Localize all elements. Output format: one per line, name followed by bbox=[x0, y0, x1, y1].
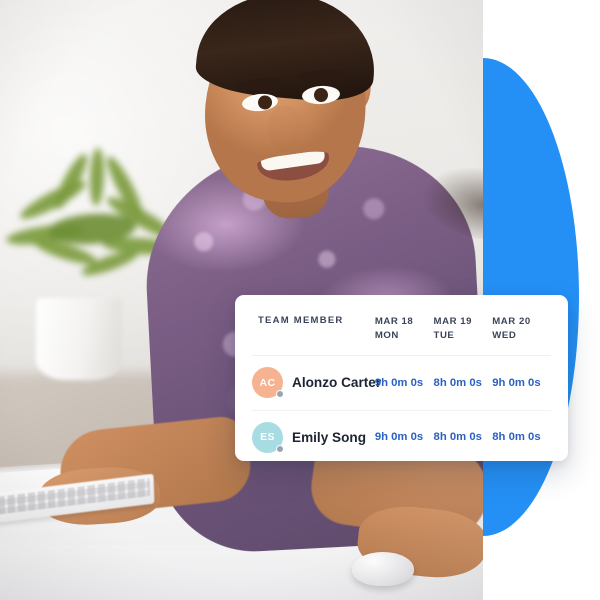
column-header-date: MAR 20 bbox=[492, 316, 531, 327]
header-row: TEAM MEMBER MAR 18 MON MAR 19 TUE MAR 20… bbox=[252, 295, 551, 355]
column-header-weekday: WED bbox=[492, 329, 517, 341]
time-cell-mar-19[interactable]: 8h 0m 0s bbox=[434, 356, 493, 410]
table-header: TEAM MEMBER MAR 18 MON MAR 19 TUE MAR 20… bbox=[252, 295, 551, 357]
timesheet-card: TEAM MEMBER MAR 18 MON MAR 19 TUE MAR 20… bbox=[235, 295, 568, 461]
avatar-initials: AC bbox=[259, 376, 276, 389]
member-cell[interactable]: ES Emily Song bbox=[252, 410, 375, 464]
avatar[interactable]: ES bbox=[252, 421, 284, 453]
column-header-mar-19: MAR 19 TUE bbox=[434, 295, 493, 355]
column-header-date: MAR 19 bbox=[433, 316, 473, 327]
table-row[interactable]: AC Alonzo Carter 9h 0m 0s 8h 0m 0s 9h 0m… bbox=[252, 356, 551, 410]
member-name: Emily Song bbox=[292, 429, 367, 445]
status-dot-icon bbox=[276, 444, 284, 453]
column-header-mar-20: MAR 20 WED bbox=[492, 295, 551, 355]
time-cell-mar-20[interactable]: 8h 0m 0s bbox=[492, 410, 551, 464]
time-cell-mar-20[interactable]: 9h 0m 0s bbox=[492, 356, 551, 410]
time-cell-mar-18[interactable]: 9h 0m 0s bbox=[375, 356, 434, 410]
member-cell[interactable]: AC Alonzo Carter bbox=[252, 356, 381, 410]
avatar-initials: ES bbox=[260, 431, 275, 444]
table-body: AC Alonzo Carter 9h 0m 0s 8h 0m 0s 9h 0m… bbox=[252, 356, 551, 464]
timesheet-table: TEAM MEMBER MAR 18 MON MAR 19 TUE MAR 20… bbox=[252, 295, 551, 464]
computer-mouse bbox=[352, 552, 414, 586]
screenshot-root: TEAM MEMBER MAR 18 MON MAR 19 TUE MAR 20… bbox=[0, 0, 600, 600]
column-header-mar-18: MAR 18 MON bbox=[375, 295, 434, 355]
column-header-team-member: TEAM MEMBER bbox=[258, 315, 344, 326]
time-cell-mar-19[interactable]: 8h 0m 0s bbox=[434, 410, 493, 464]
member-name: Alonzo Carter bbox=[292, 375, 382, 391]
status-dot-icon bbox=[276, 390, 284, 399]
column-header-weekday: TUE bbox=[433, 329, 455, 341]
table-row[interactable]: ES Emily Song 9h 0m 0s 8h 0m 0s 8h 0m 0s bbox=[252, 410, 551, 464]
avatar[interactable]: AC bbox=[252, 367, 284, 399]
column-header-weekday: MON bbox=[374, 329, 399, 341]
time-cell-mar-18[interactable]: 9h 0m 0s bbox=[375, 410, 434, 464]
column-header-date: MAR 18 bbox=[374, 316, 414, 327]
